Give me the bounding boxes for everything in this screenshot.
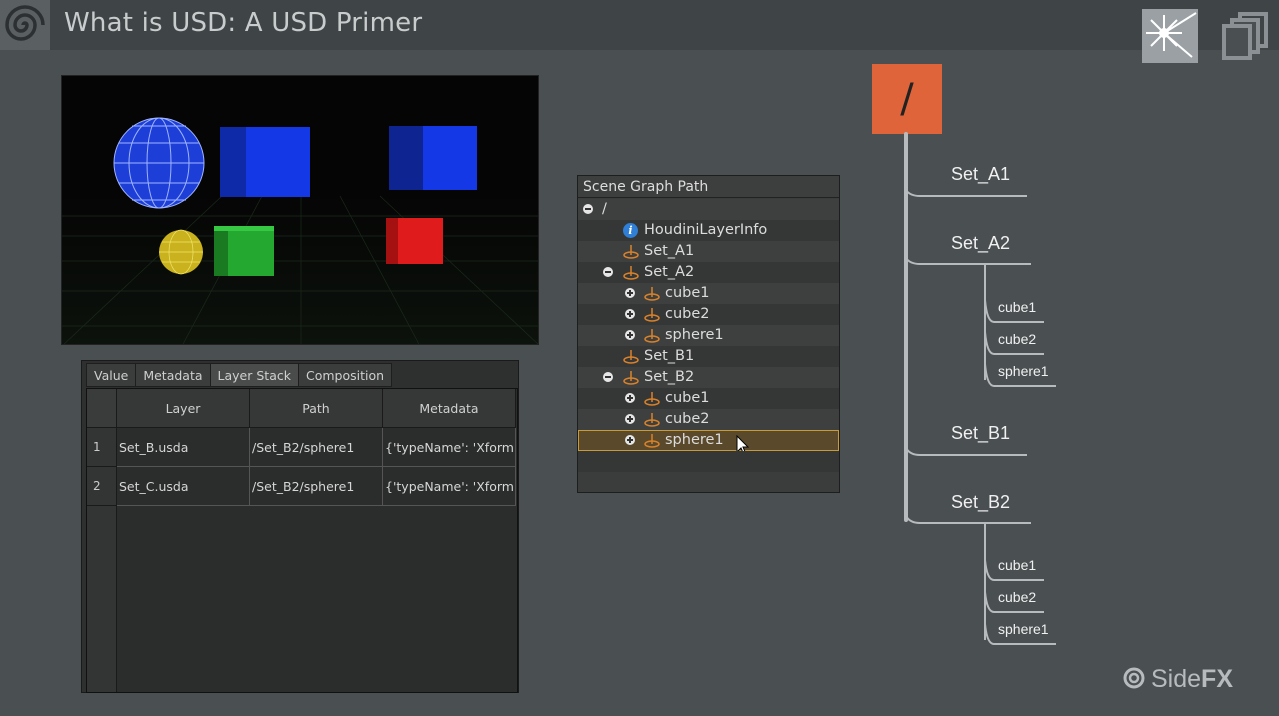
node-set-b2: Set_B2 bbox=[951, 492, 1011, 512]
sidefx-logo: SideFX bbox=[1123, 665, 1233, 694]
node-set-b2-cube2: cube2 bbox=[998, 589, 1037, 605]
sidefx-logo-side: Side bbox=[1151, 665, 1202, 693]
node-set-b2-sphere1: sphere1 bbox=[998, 621, 1049, 637]
node-set-a2-sphere1: sphere1 bbox=[998, 363, 1049, 379]
node-set-a2-cube1: cube1 bbox=[998, 299, 1037, 315]
node-set-a2-cube2: cube2 bbox=[998, 331, 1037, 347]
hierarchy-lines bbox=[904, 132, 1056, 645]
sidefx-mark-icon bbox=[1123, 667, 1145, 689]
node-set-b1: Set_B1 bbox=[951, 423, 1011, 443]
sidefx-logo-fx: FX bbox=[1201, 665, 1233, 693]
node-set-a2: Set_A2 bbox=[951, 233, 1011, 253]
node-set-a1: Set_A1 bbox=[951, 164, 1011, 184]
node-set-b2-cube1: cube1 bbox=[998, 557, 1037, 573]
